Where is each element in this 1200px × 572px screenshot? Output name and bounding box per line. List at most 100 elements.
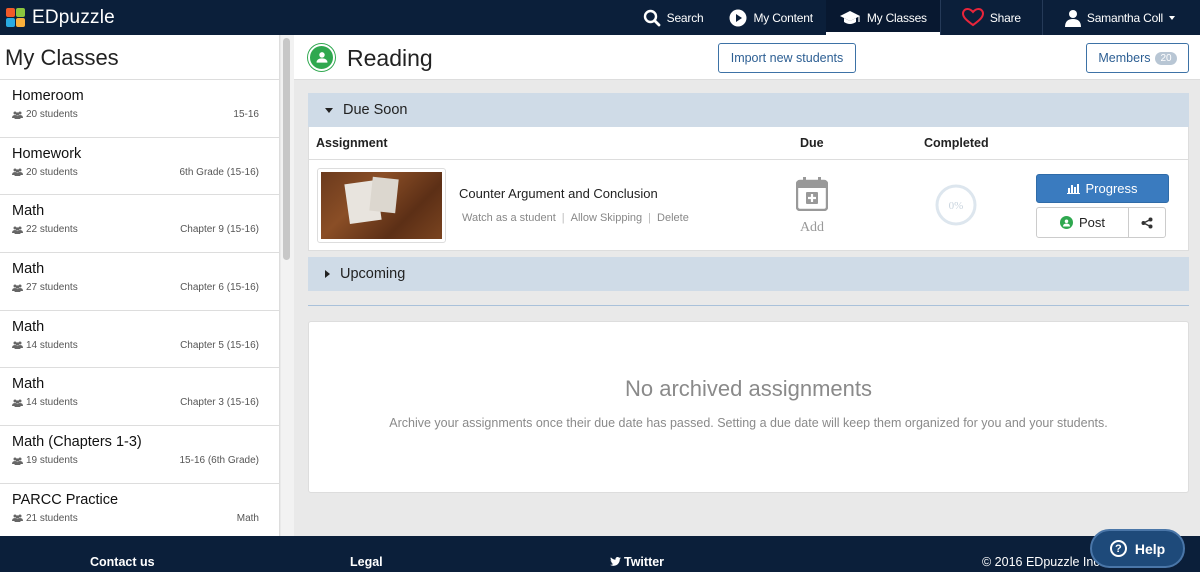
calendar-add-icon — [795, 177, 829, 212]
user-menu[interactable]: Samantha Coll — [1043, 0, 1200, 35]
column-due: Due — [800, 136, 824, 150]
table-header-divider — [309, 159, 1188, 160]
sidebar-class-item[interactable]: Math 14 students Chapter 5 (15-16) — [0, 311, 279, 369]
share-icon — [1141, 217, 1153, 228]
sidebar-class-item[interactable]: Homeroom 20 students 15-16 — [0, 80, 279, 138]
class-meta: 14 students Chapter 3 (15-16) — [12, 397, 259, 408]
logo[interactable]: EDpuzzle — [6, 0, 115, 35]
users-icon — [12, 284, 23, 292]
question-icon: ? — [1109, 540, 1127, 557]
assignment-thumbnail[interactable] — [317, 168, 446, 243]
student-count-label: 14 students — [26, 339, 78, 351]
sidebar-class-item[interactable]: Math 14 students Chapter 3 (15-16) — [0, 368, 279, 427]
column-assignment: Assignment — [316, 136, 388, 150]
users-icon — [12, 111, 23, 119]
delete-link[interactable]: Delete — [657, 212, 689, 224]
nav-my-classes[interactable]: My Classes — [825, 0, 940, 35]
class-tag: Chapter 5 (15-16) — [180, 339, 259, 351]
sidebar-class-item[interactable]: PARCC Practice 21 students Math — [0, 484, 279, 536]
footer: Contact us Legal Twitter © 2016 EDpuzzle… — [0, 536, 1200, 572]
student-count-label: 19 students — [26, 455, 78, 467]
section-divider — [308, 305, 1189, 306]
assignment-links: Watch as a student | Allow Skipping | Delete — [462, 212, 689, 224]
class-meta: 19 students 15-16 (6th Grade) — [12, 455, 259, 466]
class-name: Math (Chapters 1-3) — [12, 434, 142, 451]
class-list: Homeroom 20 students 15-16 Homework 20 stude… — [0, 80, 279, 536]
help-button[interactable]: ? Help — [1090, 529, 1185, 568]
class-tag: 15-16 — [233, 109, 259, 120]
class-sidebar: My Classes Homeroom 20 students 15-16 Homew… — [0, 35, 280, 536]
sidebar-title: My Classes — [0, 35, 279, 80]
search-icon — [643, 9, 661, 26]
post-button[interactable]: Post — [1036, 207, 1129, 238]
class-tag: Chapter 6 (15-16) — [180, 282, 259, 294]
main-nav: Search My Content My Classes Share Saman… — [630, 0, 1200, 35]
class-meta: 20 students 6th Grade (15-16) — [12, 167, 259, 178]
puzzle-logo-icon — [6, 7, 26, 28]
members-label: Members — [1098, 51, 1151, 65]
members-count-badge: 20 — [1155, 51, 1177, 65]
progress-button[interactable]: Progress — [1036, 174, 1169, 203]
student-count: 14 students — [12, 397, 78, 408]
student-count: 22 students — [12, 224, 78, 235]
class-meta: 27 students Chapter 6 (15-16) — [12, 282, 259, 293]
nav-my-classes-label: My Classes — [866, 10, 927, 25]
top-navbar: EDpuzzle Search My Content My Classes Sh… — [0, 0, 1200, 35]
sidebar-class-item[interactable]: Homework 20 students 6th Grade (15-16) — [0, 138, 279, 196]
class-avatar-icon — [308, 44, 335, 71]
completion-ring: 0% — [935, 184, 977, 226]
copyright-text: © 2016 EDpuzzle Inc. — [982, 555, 1104, 569]
nav-my-content[interactable]: My Content — [716, 0, 825, 35]
graduation-cap-icon — [839, 10, 860, 24]
student-count: 14 students — [12, 340, 78, 351]
caret-right-icon — [325, 270, 330, 278]
student-count-label: 21 students — [26, 512, 78, 524]
assignment-title[interactable]: Counter Argument and Conclusion — [459, 186, 658, 201]
student-count: 20 students — [12, 167, 78, 178]
users-icon — [12, 341, 23, 350]
class-name: Math — [12, 318, 45, 335]
sidebar-scrollbar[interactable] — [283, 38, 290, 260]
watch-as-student-link[interactable]: Watch as a student — [462, 212, 556, 224]
play-circle-icon — [729, 9, 747, 26]
sidebar-class-item[interactable]: Math 22 students Chapter 9 (15-16) — [0, 195, 279, 254]
class-tag: 15-16 (6th Grade) — [179, 455, 260, 467]
contact-us-link[interactable]: Contact us — [90, 555, 155, 569]
archived-assignments-panel: No archived assignments Archive your ass… — [308, 321, 1189, 493]
nav-search[interactable]: Search — [630, 0, 717, 35]
sidebar-class-item[interactable]: Math 27 students Chapter 6 (15-16) — [0, 253, 279, 311]
allow-skipping-link[interactable]: Allow Skipping — [571, 212, 643, 224]
twitter-icon — [610, 557, 621, 566]
class-name: Math — [12, 203, 45, 220]
users-icon — [12, 514, 23, 523]
due-soon-header[interactable]: Due Soon — [308, 93, 1189, 127]
progress-button-label: Progress — [1085, 181, 1138, 196]
completion-percent: 0% — [949, 200, 964, 212]
student-count-label: 14 students — [26, 397, 78, 409]
upcoming-header[interactable]: Upcoming — [308, 257, 1189, 291]
class-name: Homeroom — [12, 88, 84, 104]
student-count: 21 students — [12, 513, 78, 524]
user-name: Samantha Coll — [1086, 10, 1163, 25]
due-soon-title: Due Soon — [343, 102, 408, 118]
student-count: 27 students — [12, 282, 78, 293]
import-students-button[interactable]: Import new students — [718, 43, 856, 73]
sidebar-class-item[interactable]: Math (Chapters 1-3) 19 students 15-16 (6th… — [0, 426, 279, 484]
class-tag: Math — [236, 512, 259, 524]
members-button[interactable]: Members 20 — [1086, 43, 1189, 73]
class-meta: 20 students 15-16 — [12, 109, 259, 120]
heart-icon — [961, 8, 984, 27]
student-count-label: 22 students — [26, 224, 78, 236]
nav-my-content-label: My Content — [753, 10, 813, 25]
legal-link[interactable]: Legal — [350, 555, 383, 569]
share-button[interactable] — [1128, 207, 1166, 238]
caret-down-icon — [325, 107, 333, 113]
class-header: Reading Import new students Members 20 — [294, 35, 1200, 80]
column-completed: Completed — [924, 136, 989, 150]
twitter-link[interactable]: Twitter — [610, 555, 664, 569]
nav-share[interactable]: Share — [941, 0, 1042, 35]
student-count: 19 students — [12, 455, 78, 466]
user-icon — [1064, 9, 1081, 27]
student-count-label: 20 students — [26, 109, 78, 120]
add-due-date[interactable]: Add — [795, 177, 829, 236]
